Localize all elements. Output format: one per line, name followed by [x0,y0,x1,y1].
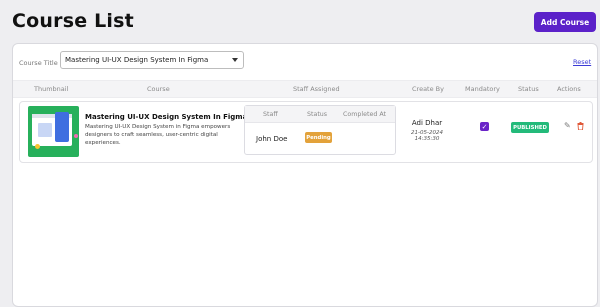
col-thumbnail: Thumbnail [34,85,69,93]
staff-status-badge: Pending [305,132,332,143]
thumbnail-card-shape [38,123,52,137]
course-list-card: Course Title Mastering UI-UX Design Syst… [12,43,598,307]
thumbnail-dot [35,144,40,149]
check-icon: ✓ [481,122,488,131]
course-thumbnail[interactable] [28,106,79,157]
table-header: Thumbnail Course Staff Assigned Create B… [13,80,597,98]
staff-col-status: Status [307,111,328,118]
course-description: Mastering UI-UX Design System in Figma e… [85,124,231,146]
col-actions: Actions [557,85,581,93]
pencil-icon[interactable]: ✎ [564,121,571,130]
thumbnail-phone-shape [55,112,69,142]
table-row: Mastering UI-UX Design System In Figma M… [19,101,593,163]
reset-link[interactable]: Reset [573,58,591,66]
col-status: Status [518,85,539,93]
course-title: Mastering UI-UX Design System In Figma [85,113,248,121]
staff-col-completed-at: Completed At [343,111,387,118]
course-title-filter-label: Course Title [19,59,58,67]
staff-name: John Doe [256,135,288,143]
created-at-timestamp: 21-05-2024 14:35:30 [411,130,443,142]
col-staff-assigned: Staff Assigned [293,85,340,93]
course-title-select-value: Mastering UI-UX Design System In Figma [65,56,209,64]
created-by-name: Adi Dhar [411,119,443,127]
chevron-down-icon [232,58,238,62]
mandatory-checkbox[interactable]: ✓ [480,122,489,131]
col-create-by: Create By [412,85,444,93]
page-title: Course List [12,10,134,32]
col-course: Course [147,85,170,93]
staff-col-staff: Staff [263,111,278,118]
course-title-select[interactable]: Mastering UI-UX Design System In Figma [60,51,244,69]
status-badge: PUBLISHED [511,122,549,133]
trash-icon[interactable] [577,122,584,130]
staff-table-header: Staff Status Completed At [245,106,395,123]
course-list-page: Course List Add Course Course Title Mast… [0,0,600,307]
add-course-button[interactable]: Add Course [534,12,596,32]
thumbnail-dot [74,134,78,138]
col-mandatory: Mandatory [465,85,500,93]
staff-assigned-table: Staff Status Completed At John Doe Pendi… [244,105,396,155]
